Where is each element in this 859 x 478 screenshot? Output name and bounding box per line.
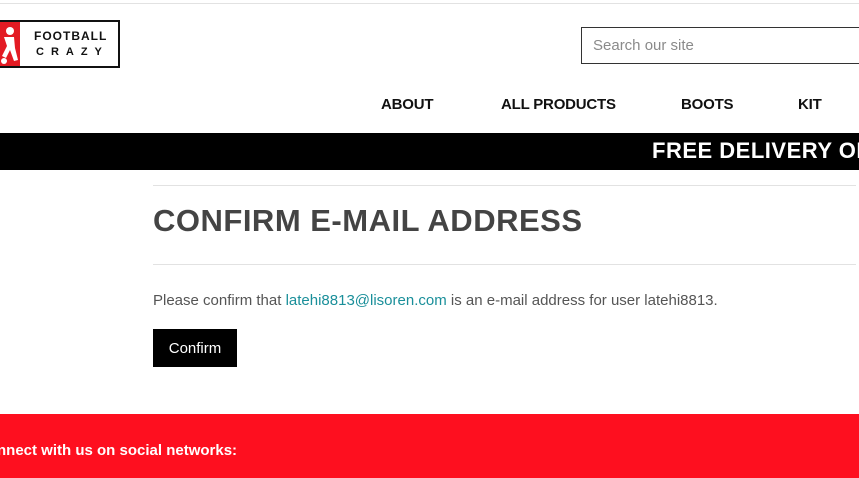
- content-divider-top: [153, 185, 856, 186]
- content-divider-bottom: [153, 264, 856, 265]
- promo-banner-text: FREE DELIVERY ON: [652, 138, 859, 163]
- confirm-message-suffix: is an e-mail address for user latehi8813…: [446, 292, 718, 309]
- logo-text-line1: FOOTBALL: [34, 29, 108, 43]
- footer-social-bar: nnect with us on social networks:: [0, 414, 859, 478]
- nav-item-all-products[interactable]: ALL PRODUCTS: [501, 96, 616, 113]
- confirm-button[interactable]: Confirm: [153, 329, 237, 367]
- social-networks-text: nnect with us on social networks:: [0, 442, 238, 459]
- nav-item-kit[interactable]: KIT: [798, 96, 822, 113]
- footballer-icon: [0, 22, 20, 66]
- site-logo[interactable]: FOOTBALL CRAZY: [0, 20, 120, 68]
- top-divider: [0, 3, 859, 4]
- logo-text-line2: CRAZY: [36, 46, 109, 58]
- confirm-message: Please confirm that latehi8813@lisoren.c…: [153, 292, 718, 309]
- nav-item-about[interactable]: ABOUT: [381, 96, 434, 113]
- page-title: CONFIRM E-MAIL ADDRESS: [153, 203, 583, 238]
- email-link[interactable]: latehi8813@lisoren.com: [286, 292, 447, 309]
- promo-banner: FREE DELIVERY ON: [0, 133, 859, 170]
- nav-item-boots[interactable]: BOOTS: [681, 96, 734, 113]
- confirm-message-prefix: Please confirm that: [153, 292, 286, 309]
- search-input[interactable]: [581, 27, 859, 64]
